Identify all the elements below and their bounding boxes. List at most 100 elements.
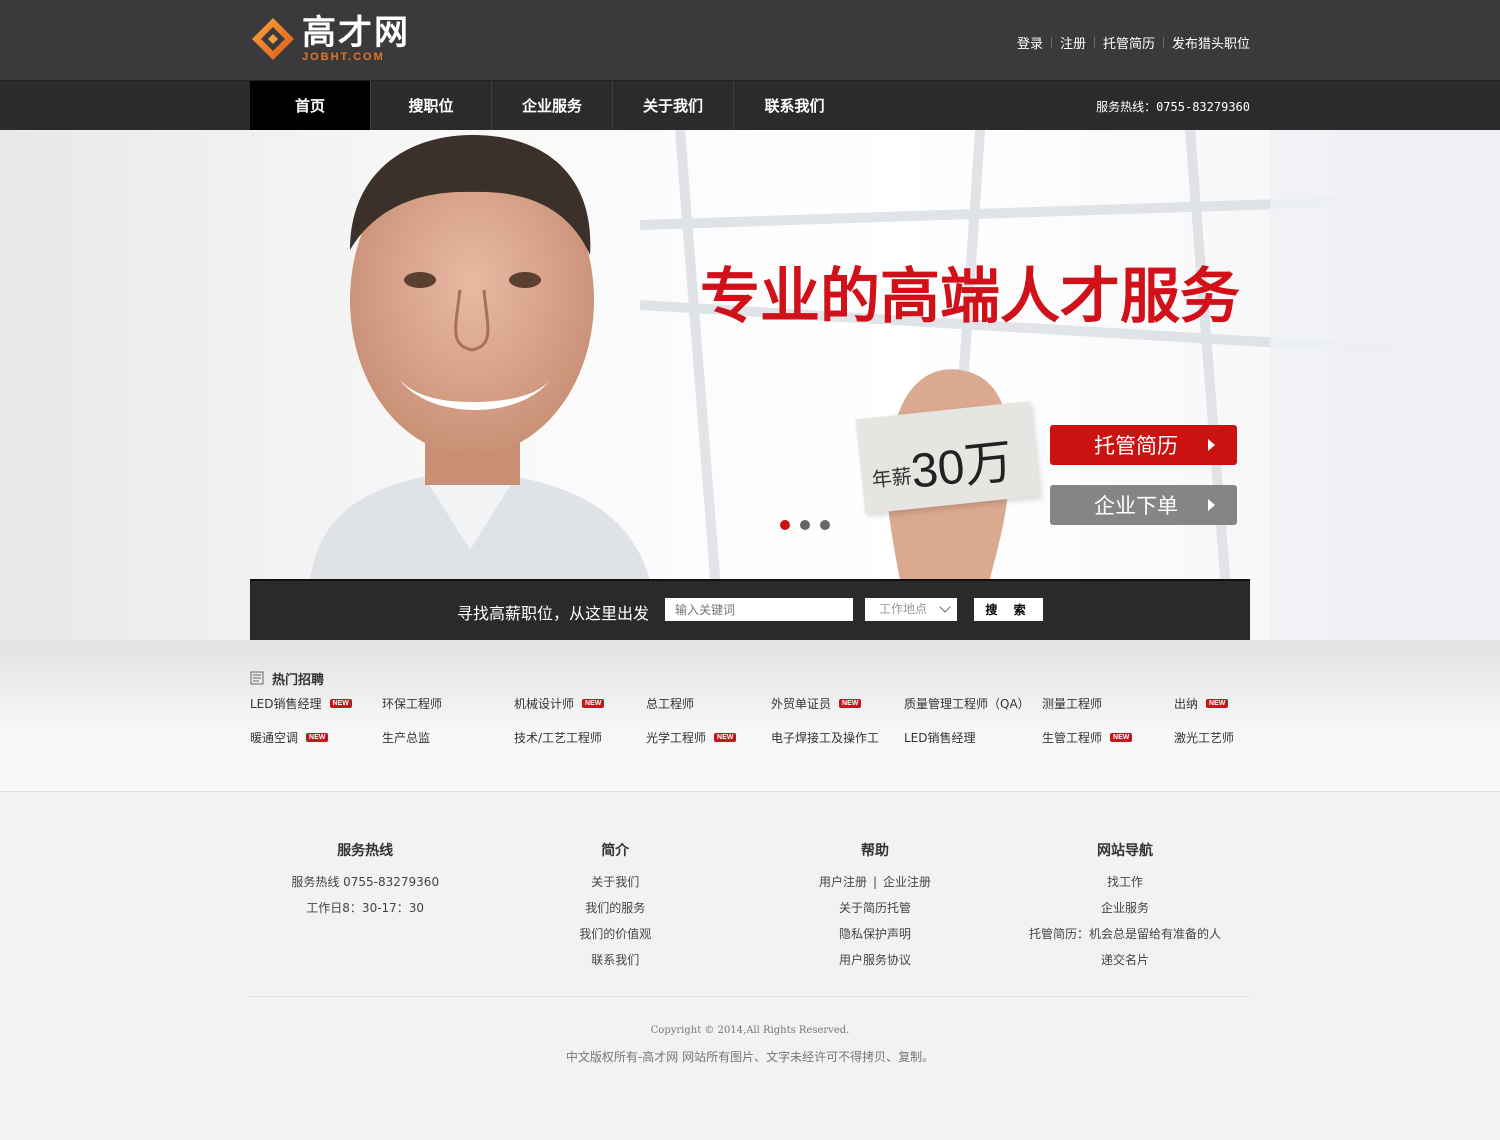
divider: [1162, 37, 1164, 48]
footer-link[interactable]: 托管简历：机会总是留给有准备的人: [1000, 926, 1250, 952]
footer-link[interactable]: 关于我们: [480, 874, 750, 900]
divider: [1093, 37, 1095, 48]
location-select[interactable]: 工作地点: [865, 598, 957, 621]
host-resume-link[interactable]: 托管简历: [1103, 33, 1155, 52]
search-button[interactable]: 搜 索: [974, 598, 1043, 621]
salary-card-label: 年薪: [870, 463, 913, 492]
new-badge: NEW: [714, 733, 737, 742]
chevron-down-icon: [939, 601, 951, 613]
footer-link[interactable]: 联系我们: [480, 952, 750, 978]
logo-mark-icon: [252, 18, 294, 60]
hot-job-link[interactable]: 环保工程师: [382, 695, 442, 712]
divider: [1050, 37, 1052, 48]
register-link[interactable]: 注册: [1060, 33, 1086, 52]
nav-search-jobs[interactable]: 搜职位: [371, 81, 492, 130]
slide-dot[interactable]: [800, 520, 810, 530]
hot-job-link[interactable]: 技术/工艺工程师: [514, 729, 602, 746]
hot-job-link[interactable]: 机械设计师 NEW: [514, 695, 605, 712]
footer-column: 简介关于我们 我们的服务 我们的价值观 联系我们: [480, 840, 750, 980]
footer-link[interactable]: 我们的服务: [480, 900, 750, 926]
hot-job-label: LED销售经理: [904, 731, 976, 745]
main-nav: 首页 搜职位 企业服务 关于我们 联系我们 服务热线：0755-83279360: [0, 80, 1500, 130]
new-badge: NEW: [1110, 733, 1133, 742]
new-badge: NEW: [1206, 699, 1229, 708]
footer-link[interactable]: 递交名片: [1000, 952, 1250, 978]
nav-contact-us[interactable]: 联系我们: [734, 81, 855, 130]
footer-link-text[interactable]: 用户注册: [819, 875, 867, 889]
new-badge: NEW: [839, 699, 862, 708]
slide-dot[interactable]: [820, 520, 830, 530]
new-badge: NEW: [306, 733, 329, 742]
footer-link-text[interactable]: 企业注册: [883, 875, 931, 889]
footer-column-title: 帮助: [861, 843, 889, 859]
hot-job-link[interactable]: 电子焊接工及操作工: [771, 729, 879, 746]
hot-jobs-title-text: 热门招聘: [272, 672, 325, 688]
footer-column-title: 网站导航: [1097, 843, 1153, 859]
hot-job-label: 机械设计师: [514, 697, 575, 711]
hot-job-link[interactable]: 出纳 NEW: [1174, 695, 1229, 712]
login-link[interactable]: 登录: [1017, 33, 1043, 52]
logo-chinese: 高才网: [302, 13, 410, 53]
footer-link: 工作日8：30-17：30: [306, 901, 425, 915]
hero-banner: 专业的高端人才服务 年薪 30万 托管简历 企业下单 寻找高薪职位，从这里出发 …: [0, 130, 1500, 640]
nav-about-us[interactable]: 关于我们: [613, 81, 734, 130]
window-background: [639, 130, 1500, 640]
hot-job-link[interactable]: 测量工程师: [1042, 695, 1102, 712]
hot-job-link[interactable]: LED销售经理: [904, 729, 976, 746]
hot-job-label: LED销售经理: [250, 697, 322, 711]
hot-job-link[interactable]: 总工程师: [646, 695, 694, 712]
footer-column-title: 服务热线: [337, 843, 394, 859]
slide-dots: [780, 520, 830, 530]
keyword-input[interactable]: [665, 598, 853, 621]
footer-link[interactable]: 找工作: [1000, 874, 1250, 900]
hot-job-label: 光学工程师: [646, 731, 707, 745]
new-badge: NEW: [582, 699, 605, 708]
nav-enterprise-services[interactable]: 企业服务: [492, 81, 613, 130]
footer-column: 网站导航找工作 企业服务 托管简历：机会总是留给有准备的人 递交名片: [1000, 840, 1250, 980]
nav-hotline: 服务热线：0755-83279360: [1096, 100, 1250, 114]
top-header: 高才网 JOBHT.COM 登录 注册 托管简历 发布猎头职位: [0, 0, 1500, 80]
hot-job-label: 环保工程师: [382, 697, 443, 711]
hero-headline: 专业的高端人才服务: [700, 262, 1240, 332]
enterprise-order-button[interactable]: 企业下单: [1050, 485, 1237, 525]
host-resume-button[interactable]: 托管简历: [1050, 425, 1237, 465]
hot-job-link[interactable]: 生管工程师 NEW: [1042, 729, 1133, 746]
footer-link[interactable]: 企业服务: [1000, 900, 1250, 926]
hot-job-link[interactable]: 生产总监: [382, 729, 430, 746]
hot-job-label: 总工程师: [646, 697, 695, 711]
hot-job-label: 生管工程师: [1042, 731, 1103, 745]
footer-column: 服务热线服务热线 0755-83279360 工作日8：30-17：30: [250, 840, 480, 980]
hot-job-link[interactable]: 光学工程师 NEW: [646, 729, 737, 746]
footer-link[interactable]: 用户注册 | 企业注册: [750, 874, 1000, 900]
hot-job-label: 激光工艺师: [1174, 731, 1235, 745]
hot-job-link[interactable]: 外贸单证员 NEW: [771, 695, 862, 712]
job-search-bar: 寻找高薪职位，从这里出发 工作地点 搜 索: [250, 579, 1250, 640]
hot-job-link[interactable]: 质量管理工程师（QA）: [904, 695, 1030, 712]
footer-link[interactable]: 关于简历托管: [750, 900, 1000, 926]
divider: |: [872, 875, 878, 889]
footer-column: 帮助用户注册 | 企业注册关于简历托管 隐私保护声明 用户服务协议: [750, 840, 1000, 980]
hot-job-label: 电子焊接工及操作工: [771, 731, 880, 745]
location-select-value: 工作地点: [879, 602, 928, 616]
site-logo[interactable]: 高才网 JOBHT.COM: [250, 13, 410, 65]
footer-link[interactable]: 隐私保护声明: [750, 926, 1000, 952]
footer-columns: 服务热线服务热线 0755-83279360 工作日8：30-17：30 简介关于我…: [250, 840, 1250, 980]
hot-jobs-section: 热门招聘 LED销售经理 NEW 环保工程师 机械设计师 NEW 总工程师 外贸单证员 NEW…: [0, 640, 1500, 792]
logo-english: JOBHT.COM: [302, 51, 385, 63]
hot-job-link[interactable]: LED销售经理 NEW: [250, 695, 352, 712]
nav-home[interactable]: 首页: [250, 81, 371, 130]
host-resume-button-label: 托管简历: [1094, 434, 1178, 458]
hot-job-link[interactable]: 激光工艺师: [1174, 729, 1234, 746]
slide-dot[interactable]: [780, 520, 790, 530]
copyright-notice: 中文版权所有-高才网 网站所有图片、文字未经许可不得拷贝、复制。: [565, 1050, 935, 1064]
footer-column-title: 简介: [601, 843, 630, 859]
salary-card: 年薪 30万: [855, 401, 1040, 514]
hot-job-label: 外贸单证员: [771, 697, 832, 711]
post-headhunt-job-link[interactable]: 发布猎头职位: [1172, 33, 1250, 52]
document-icon: [250, 671, 264, 685]
footer-link[interactable]: 用户服务协议: [750, 952, 1000, 978]
hot-job-link[interactable]: 暖通空调 NEW: [250, 729, 329, 746]
footer-link[interactable]: 我们的价值观: [480, 926, 750, 952]
footer-link: 服务热线 0755-83279360: [291, 875, 440, 889]
top-links: 登录 注册 托管简历 发布猎头职位: [1017, 33, 1250, 52]
